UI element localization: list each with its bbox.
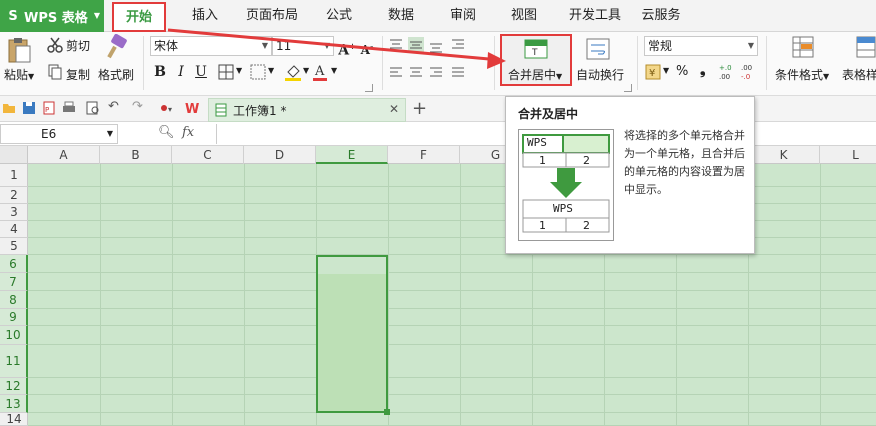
tooltip-illustration: WPS 1 2 WPS 1 2 — [518, 129, 614, 241]
example-text-before: WPS — [527, 136, 547, 149]
example-cell-2: 2 — [583, 219, 590, 232]
tooltip-title: 合并及居中 — [518, 107, 579, 121]
example-text-after: WPS — [553, 202, 573, 215]
example-cell-1: 1 — [539, 154, 546, 167]
merge-center-tooltip: 合并及居中 WPS 1 2 WPS 1 2 将选择的多个单元格合并为一个单元格，… — [505, 96, 755, 254]
tooltip-description: 将选择的多个单元格合并为一个单元格，且合并后的单元格的内容设置为居中显示。 — [624, 129, 745, 196]
example-cell-2: 2 — [583, 154, 590, 167]
example-cell-1: 1 — [539, 219, 546, 232]
